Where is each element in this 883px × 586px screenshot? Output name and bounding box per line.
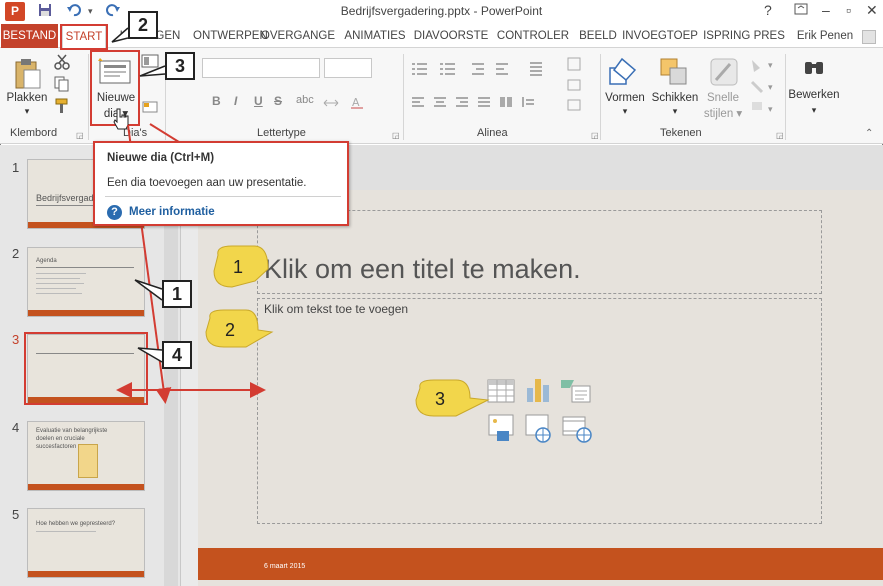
callout-yellow-1: 1 bbox=[232, 257, 243, 277]
callout-box-4: 4 bbox=[162, 341, 192, 369]
callout-box-2: 2 bbox=[128, 11, 158, 39]
help-icon[interactable]: ? bbox=[107, 205, 122, 220]
tooltip-separator bbox=[105, 196, 341, 197]
annotation-arrows bbox=[111, 27, 490, 417]
more-info-link[interactable]: Meer informatie bbox=[129, 206, 215, 218]
tooltip-title: Nieuwe dia (Ctrl+M) bbox=[107, 152, 215, 164]
tooltip-description: Een dia toevoegen aan uw presentatie. bbox=[107, 177, 307, 189]
callout-yellow-2: 2 bbox=[224, 320, 235, 340]
callout-box-1: 1 bbox=[162, 280, 192, 308]
new-slide-tooltip: Nieuwe dia (Ctrl+M) Een dia toevoegen aa… bbox=[93, 141, 349, 226]
callout-box-3: 3 bbox=[165, 52, 195, 80]
callout-yellow-3: 3 bbox=[434, 389, 445, 409]
